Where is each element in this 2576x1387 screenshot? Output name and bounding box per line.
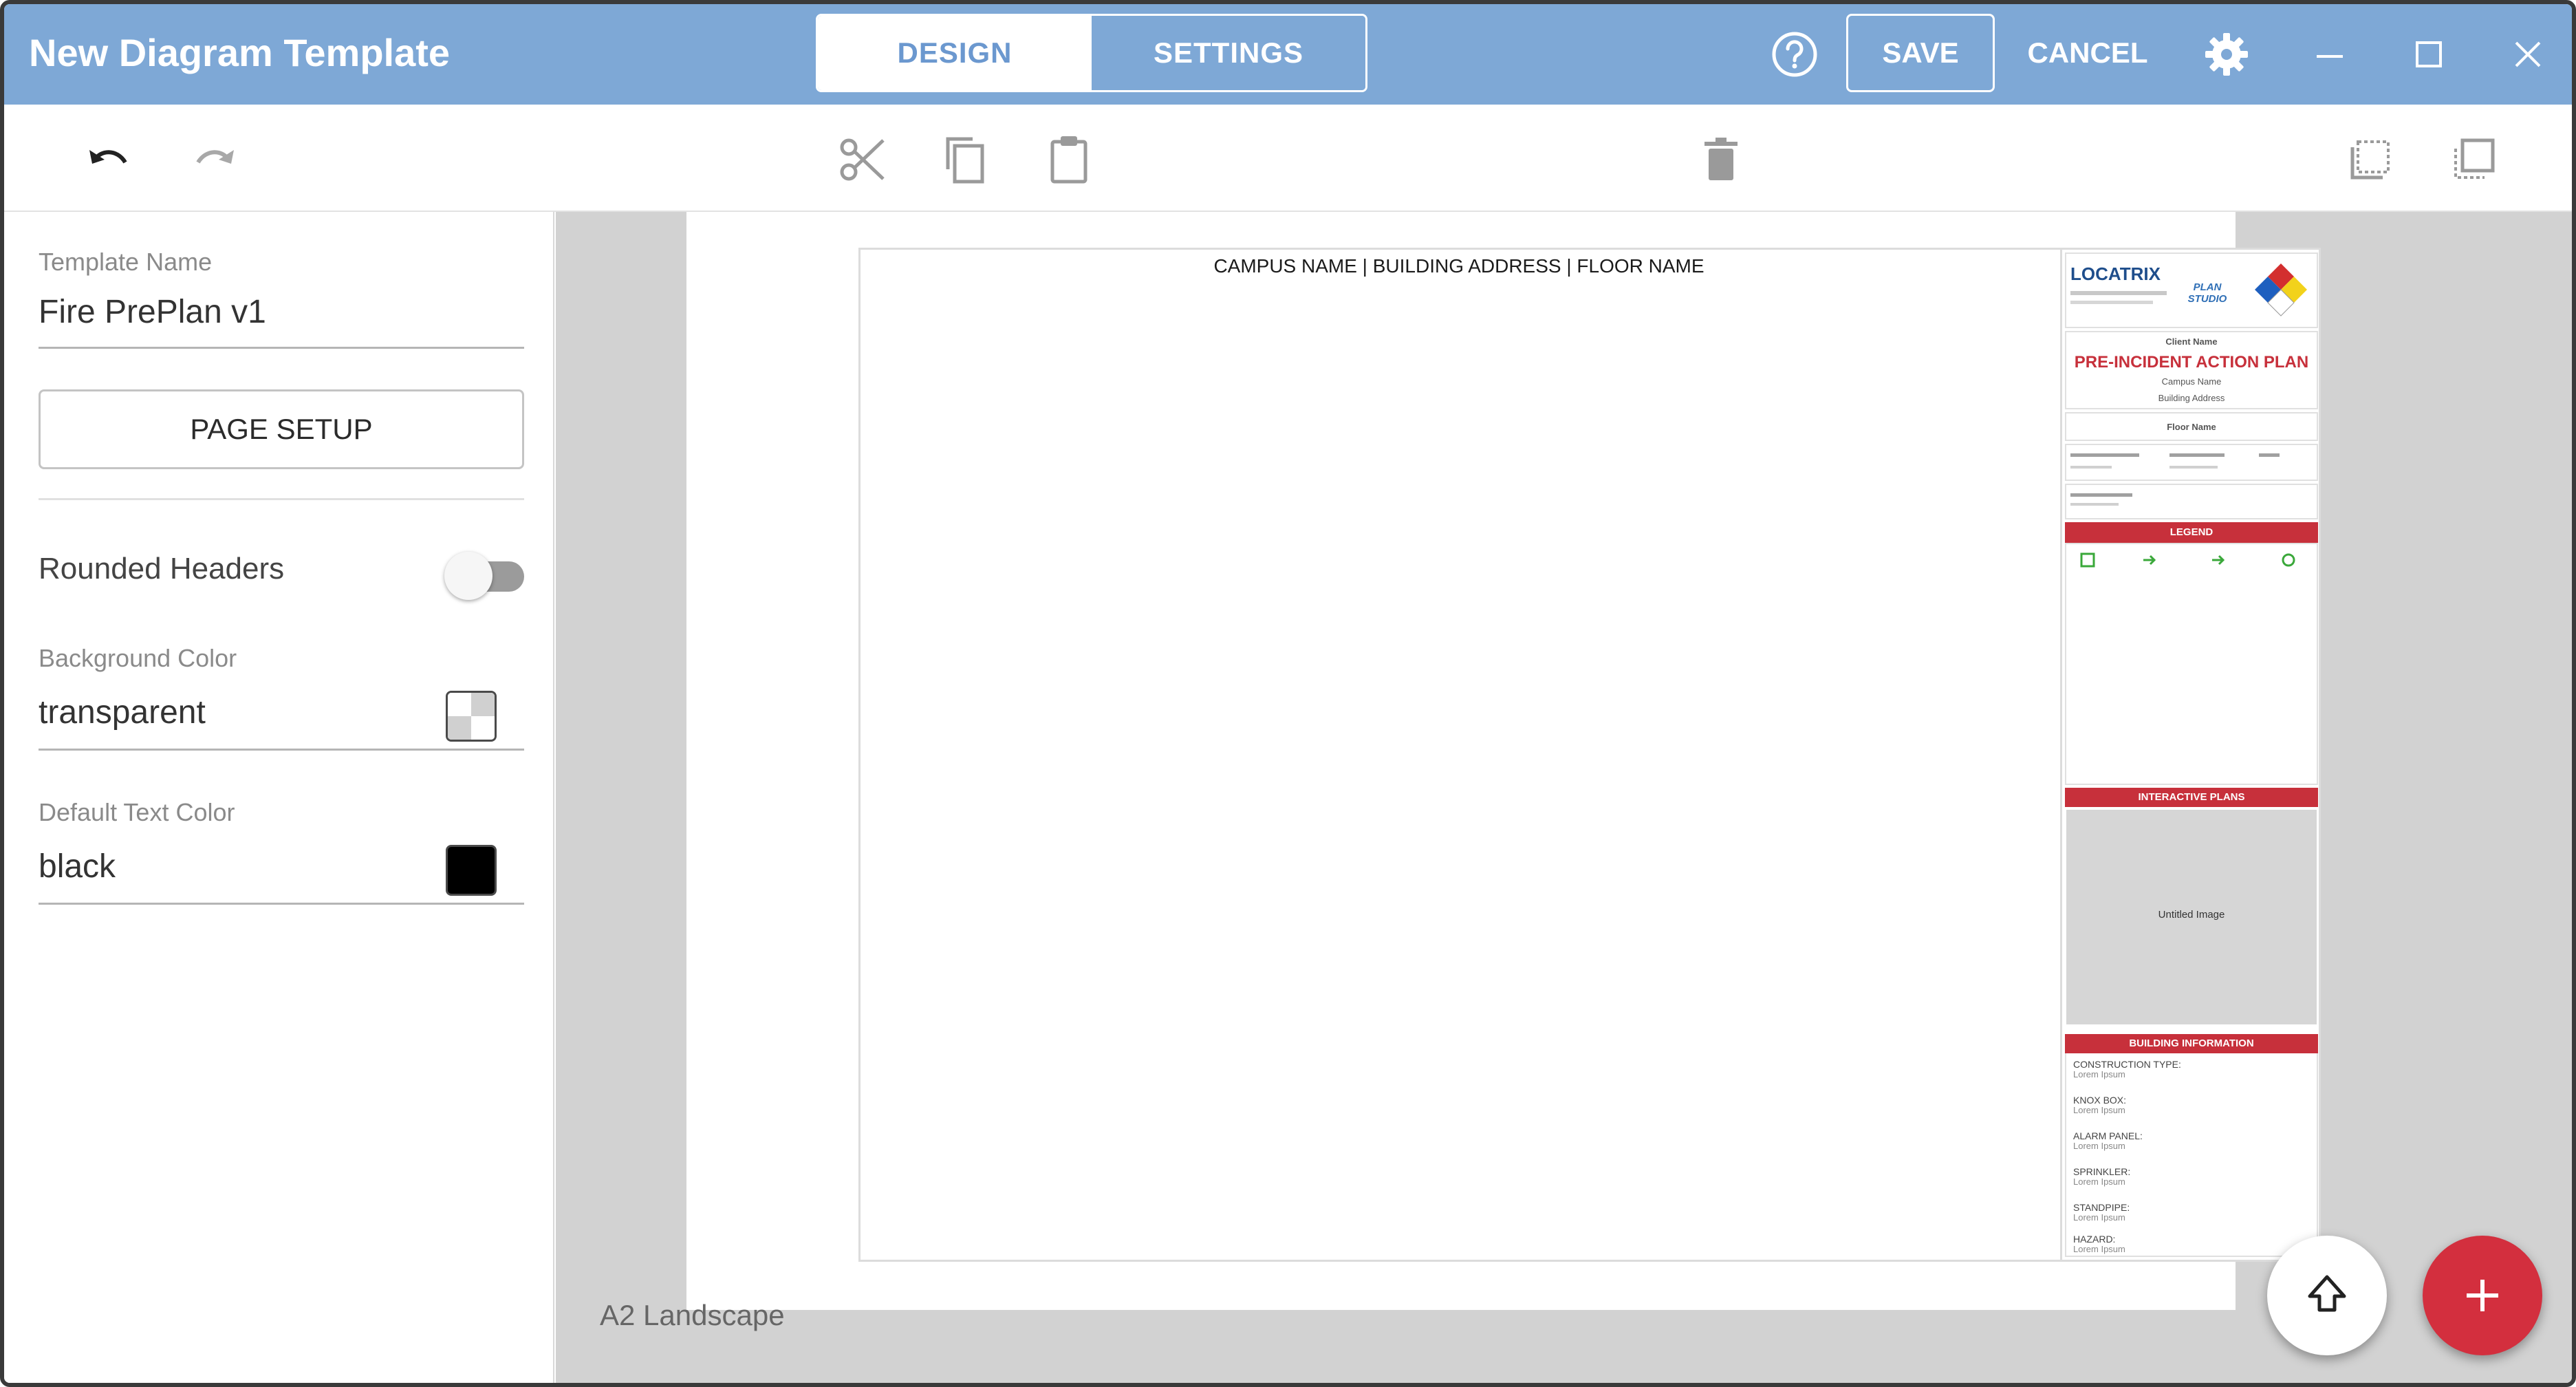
- select-area-icon[interactable]: [2343, 132, 2398, 187]
- template-name-input[interactable]: Fire PrePlan v1: [39, 293, 266, 331]
- mode-tabs: DESIGN SETTINGS: [816, 14, 1367, 92]
- legend-header[interactable]: LEGEND: [2065, 522, 2318, 543]
- background-color-input[interactable]: transparent: [39, 694, 206, 731]
- edit-toolbar: [4, 105, 2572, 212]
- undo-icon[interactable]: [83, 132, 138, 187]
- window-title: New Diagram Template: [29, 31, 451, 74]
- rounded-headers-toggle-knob[interactable]: [444, 552, 493, 600]
- plan-notes-field: [2070, 503, 2119, 506]
- plan-title-text: PRE-INCIDENT ACTION PLAN: [2074, 353, 2309, 372]
- help-icon[interactable]: [1771, 30, 1819, 78]
- template-name-label: Template Name: [39, 248, 213, 276]
- sprinkler-value: Lorem Ipsum: [2073, 1176, 2125, 1187]
- knox-box-value: Lorem Ipsum: [2073, 1105, 2125, 1115]
- cancel-button[interactable]: CANCEL: [2015, 14, 2160, 92]
- delete-icon[interactable]: [1693, 132, 1749, 187]
- legend-box[interactable]: [2065, 543, 2318, 785]
- title-bar: New Diagram Template DESIGN SETTINGS SAV…: [4, 4, 2572, 105]
- building-address-text: Building Address: [2158, 393, 2225, 403]
- campus-name-text: Campus Name: [2161, 376, 2222, 387]
- background-color-swatch[interactable]: [446, 691, 497, 742]
- floor-name-box[interactable]: Floor Name: [2065, 412, 2318, 441]
- logo-box[interactable]: LOCATRIX PLAN STUDIO: [2065, 252, 2318, 328]
- section-divider: [39, 498, 524, 500]
- legend-assembly-icon: [2282, 553, 2295, 567]
- redo-icon[interactable]: [186, 132, 241, 187]
- tab-settings[interactable]: SETTINGS: [1092, 16, 1365, 90]
- plan-title-box[interactable]: Client Name PRE-INCIDENT ACTION PLAN Cam…: [2065, 331, 2318, 409]
- logo-contact-line: [2070, 301, 2153, 304]
- floor-name-text: Floor Name: [2167, 422, 2216, 432]
- close-icon[interactable]: [2504, 30, 2552, 78]
- arrow-up-icon: [2308, 1275, 2346, 1312]
- revision-field: [2259, 453, 2280, 457]
- template-page[interactable]: CAMPUS NAME | BUILDING ADDRESS | FLOOR N…: [686, 212, 2321, 1310]
- app-window: New Diagram Template DESIGN SETTINGS SAV…: [0, 0, 2576, 1387]
- cut-icon[interactable]: [835, 132, 890, 187]
- add-element-button[interactable]: [2423, 1236, 2542, 1355]
- revision-field: [2070, 453, 2139, 457]
- alarm-panel-value: Lorem Ipsum: [2073, 1141, 2125, 1151]
- page-setup-button[interactable]: PAGE SETUP: [39, 389, 524, 469]
- hazard-label: HAZARD:: [2073, 1234, 2116, 1245]
- text-color-label: Default Text Color: [39, 798, 235, 826]
- revision-box[interactable]: [2065, 444, 2318, 481]
- save-button[interactable]: SAVE: [1846, 14, 1995, 92]
- building-info-header[interactable]: BUILDING INFORMATION: [2065, 1034, 2318, 1053]
- paste-icon[interactable]: [1041, 132, 1096, 187]
- page-size-label: A2 Landscape: [600, 1299, 785, 1331]
- plan-notes-box[interactable]: [2065, 484, 2318, 519]
- alarm-panel-label: ALARM PANEL:: [2073, 1130, 2143, 1141]
- standpipe-value: Lorem Ipsum: [2073, 1212, 2125, 1223]
- plan-studio-logo: PLAN STUDIO: [2187, 281, 2227, 305]
- interactive-plans-header[interactable]: INTERACTIVE PLANS: [2065, 788, 2318, 807]
- background-color-underline: [39, 749, 524, 751]
- design-canvas[interactable]: CAMPUS NAME | BUILDING ADDRESS | FLOOR N…: [556, 212, 2572, 1383]
- knox-box-label: KNOX BOX:: [2073, 1095, 2127, 1106]
- text-color-input[interactable]: black: [39, 848, 116, 885]
- plus-icon: [2467, 1280, 2498, 1311]
- legend-arrow-icon: [2212, 555, 2225, 566]
- building-info-box[interactable]: CONSTRUCTION TYPE: Lorem Ipsum KNOX BOX:…: [2065, 1053, 2318, 1257]
- plan-notes-field: [2070, 493, 2132, 497]
- gear-icon[interactable]: [2202, 30, 2251, 78]
- duplicate-icon[interactable]: [2446, 132, 2501, 187]
- copy-icon[interactable]: [938, 132, 993, 187]
- template-name-underline: [39, 347, 524, 349]
- logo-contact-line: [2070, 291, 2167, 295]
- drawing-sheet[interactable]: CAMPUS NAME | BUILDING ADDRESS | FLOOR N…: [858, 248, 2321, 1262]
- sprinkler-label: SPRINKLER:: [2073, 1166, 2131, 1177]
- legend-exit-icon: [2080, 552, 2095, 568]
- sheet-header-text[interactable]: CAMPUS NAME | BUILDING ADDRESS | FLOOR N…: [861, 255, 2057, 277]
- text-color-underline: [39, 903, 524, 905]
- image-placeholder[interactable]: Untitled Image: [2066, 810, 2317, 1024]
- text-color-swatch[interactable]: [446, 845, 497, 896]
- legend-arrow-icon: [2143, 555, 2156, 566]
- background-color-label: Background Color: [39, 644, 237, 672]
- minimize-icon[interactable]: [2306, 30, 2354, 78]
- maximize-icon[interactable]: [2405, 30, 2453, 78]
- standpipe-label: STANDPIPE:: [2073, 1202, 2130, 1213]
- scroll-up-button[interactable]: [2267, 1236, 2387, 1355]
- tab-design[interactable]: DESIGN: [818, 16, 1092, 90]
- construction-type-value: Lorem Ipsum: [2073, 1069, 2125, 1079]
- title-block[interactable]: LOCATRIX PLAN STUDIO Client Name PRE-INC…: [2060, 250, 2319, 1260]
- hazard-value: Lorem Ipsum: [2073, 1244, 2125, 1254]
- revision-field: [2070, 466, 2112, 469]
- revision-field: [2169, 453, 2225, 457]
- rounded-headers-label: Rounded Headers: [39, 552, 285, 585]
- properties-panel: Template Name Fire PrePlan v1 PAGE SETUP…: [4, 212, 554, 1383]
- nfpa-diamond-icon: [2255, 264, 2307, 316]
- image-placeholder-label: Untitled Image: [2158, 909, 2225, 921]
- locatrix-logo: LOCATRIX: [2070, 264, 2161, 284]
- construction-type-label: CONSTRUCTION TYPE:: [2073, 1059, 2181, 1070]
- revision-field: [2169, 466, 2218, 469]
- client-name-text: Client Name: [2165, 336, 2218, 347]
